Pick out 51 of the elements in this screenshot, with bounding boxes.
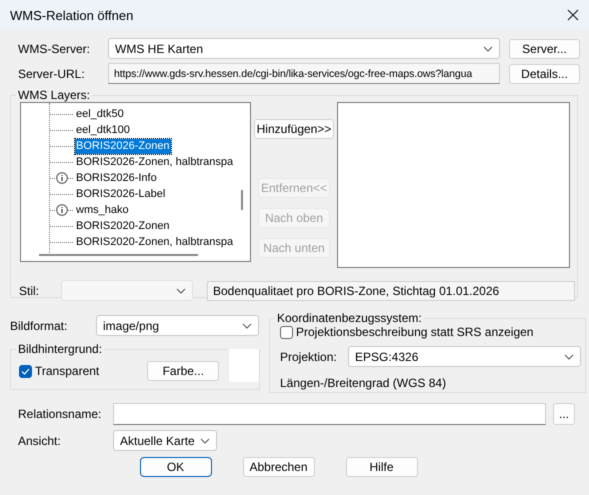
- tree-item[interactable]: wms_hako: [75, 202, 130, 218]
- field-label: Projektion:: [280, 350, 338, 364]
- tree-item[interactable]: BORIS2026-Zonen, halbtranspa: [75, 154, 234, 170]
- relation-name-field[interactable]: [113, 403, 546, 425]
- projection-dropdown[interactable]: EPSG:4326: [348, 346, 581, 367]
- tree-item[interactable]: BORIS2020-Zonen, halbtranspa: [75, 234, 234, 250]
- group-title: Bildhintergrund:: [17, 342, 104, 356]
- transparent-checkbox[interactable]: Transparent: [19, 364, 100, 378]
- info-icon: [56, 172, 68, 184]
- selected-layers-list[interactable]: [337, 102, 570, 268]
- details-button[interactable]: Details...: [509, 64, 580, 84]
- color-button[interactable]: Farbe...: [147, 361, 220, 381]
- tree-item[interactable]: eel_dtk100: [75, 122, 131, 138]
- dialog-button[interactable]: Hilfe: [346, 457, 418, 477]
- tree-item[interactable]: eel_dtk50: [75, 106, 125, 122]
- scrollbar-thumb[interactable]: [241, 190, 243, 210]
- field-label: Relationsname:: [18, 407, 102, 421]
- color-swatch: [229, 348, 260, 382]
- info-icon: [56, 204, 68, 216]
- dialog-button[interactable]: Abbrechen: [242, 457, 314, 477]
- field-label: Server-URL:: [18, 66, 86, 80]
- field-label: WMS-Server:: [18, 42, 91, 56]
- chevron-down-icon: [176, 288, 186, 294]
- chevron-down-icon: [200, 438, 210, 444]
- group-title: WMS Layers:: [17, 88, 92, 102]
- dialog-button[interactable]: OK: [140, 457, 212, 477]
- checkmark-icon: [21, 368, 30, 374]
- description-field: Bodenqualitaet pro BORIS-Zone, Stichtag 01.01.2026: [207, 280, 575, 300]
- url-field[interactable]: https://www.gds-srv.hessen.de/cgi-bin/lika-services/ogc-free-maps.ows?langua: [108, 63, 500, 84]
- browse-button[interactable]: ...: [553, 403, 575, 425]
- group-title: Koordinatenbezugssystem:: [276, 311, 423, 325]
- chevron-down-icon: [483, 46, 493, 52]
- crs-description: Längen-/Breitengrad (WGS 84): [280, 376, 448, 390]
- layer-button[interactable]: Hinzufügen>>: [254, 119, 334, 139]
- tree-item[interactable]: BORIS2026-Zonen: [75, 138, 171, 154]
- view-dropdown[interactable]: Aktuelle Karte: [113, 430, 217, 451]
- chevron-down-icon: [564, 354, 574, 360]
- field-label: Stil:: [19, 284, 40, 298]
- close-icon[interactable]: [567, 9, 579, 21]
- projection-checkbox[interactable]: Projektionsbeschreibung statt SRS anzeigen: [280, 325, 581, 339]
- field-label: Bildformat:: [10, 318, 68, 332]
- field-label: Ansicht:: [18, 434, 62, 448]
- tree-item[interactable]: BORIS2026-Label: [75, 186, 166, 202]
- scrollbar-thumb[interactable]: [39, 254, 198, 256]
- chevron-down-icon: [242, 322, 252, 328]
- tree-item[interactable]: BORIS2020-Zonen: [75, 218, 171, 234]
- window-title: WMS-Relation öffnen: [10, 8, 134, 22]
- server-dropdown[interactable]: WMS HE Karten: [108, 38, 500, 59]
- server-button[interactable]: Server...: [509, 38, 580, 58]
- format-dropdown[interactable]: image/png: [96, 315, 259, 336]
- tree-item[interactable]: BORIS2026-Info: [75, 170, 158, 186]
